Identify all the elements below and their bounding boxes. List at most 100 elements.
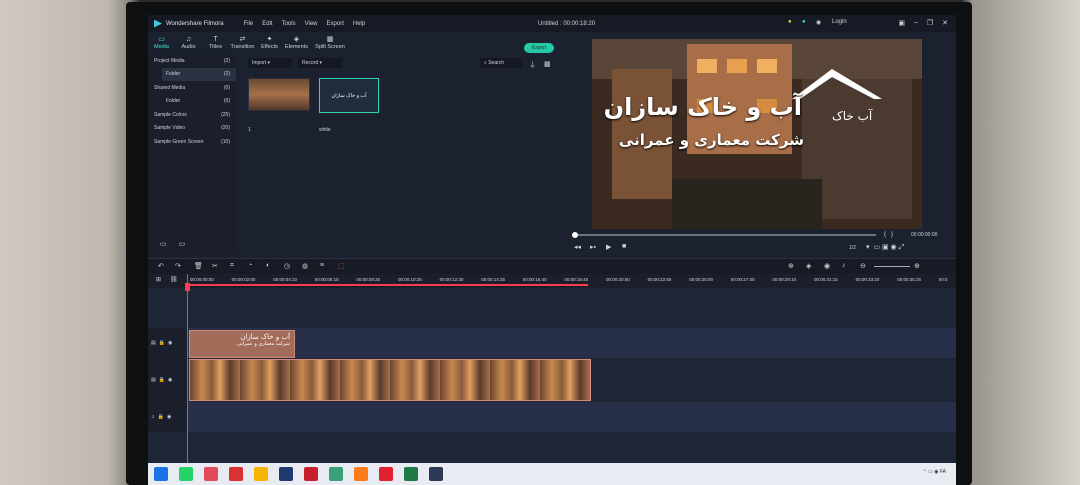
record-dropdown[interactable]: Record ▾ (298, 58, 342, 68)
tab-media[interactable]: ▭ Media (148, 32, 175, 54)
step-back-icon[interactable]: ▸▪ (590, 243, 596, 251)
tab-effects[interactable]: ✦ Effects (256, 32, 283, 54)
firefox-icon[interactable] (354, 467, 368, 481)
close-button[interactable]: ✕ (942, 19, 948, 27)
audio-mix-icon[interactable]: ◉ (824, 262, 830, 270)
save-icon[interactable]: ▣ (898, 19, 905, 27)
sidebar-item-folder[interactable]: Folder (2) (162, 67, 236, 81)
menu-edit[interactable]: Edit (262, 21, 272, 27)
render-icon[interactable]: ⊕ (788, 262, 794, 270)
playback-ratio[interactable]: 1/2 (849, 245, 856, 251)
playhead[interactable] (187, 274, 188, 469)
preview-tools-icons[interactable]: ▾ ▭ ▣ ◉ ⤢ (866, 243, 904, 252)
sidebar-item-sample-colors[interactable]: Sample Colors (25) (148, 108, 236, 122)
photoshop-icon[interactable] (279, 467, 293, 481)
eye-icon[interactable]: ◉ (168, 377, 172, 383)
menu-view[interactable]: View (305, 21, 318, 27)
windows-start-icon[interactable] (154, 467, 168, 481)
timer-icon[interactable]: ◷ (284, 262, 290, 270)
sidebar-item-sample-green-screen[interactable]: Sample Green Screen (10) (148, 135, 236, 149)
adjust-icon[interactable]: ≡ (320, 262, 324, 269)
headset-icon[interactable]: ● (802, 19, 806, 25)
mic-icon[interactable]: ♪ (842, 262, 846, 269)
grid-view-icon[interactable]: ▦ (544, 60, 551, 68)
prev-frame-icon[interactable]: ◂◂ (574, 243, 581, 251)
mark-in-out-icons[interactable]: { } (884, 232, 893, 238)
account-icon[interactable]: ◉ (816, 19, 821, 26)
ruler-tick-label: 00:00:12:30 (439, 277, 464, 282)
new-folder-icon[interactable]: ▭ (160, 240, 167, 248)
menu-file[interactable]: File (244, 21, 254, 27)
lock-icon[interactable]: 🔒 (159, 340, 165, 346)
sidebar-item-sample-video[interactable]: Sample Video (20) (148, 122, 236, 136)
cut-icon[interactable]: ✂ (212, 262, 218, 270)
scrub-knob[interactable] (572, 232, 578, 238)
maximize-button[interactable]: ❐ (927, 19, 933, 27)
filter-icon[interactable]: ⏚ (529, 60, 536, 70)
tab-titles[interactable]: T Titles (202, 32, 229, 54)
undo-icon[interactable]: ↶ (158, 262, 164, 270)
zoom-slider[interactable] (874, 266, 910, 267)
eye-icon[interactable]: ◉ (168, 340, 172, 346)
media-player-icon[interactable] (204, 467, 218, 481)
sidebar-item-shared-folder[interactable]: Folder (0) (148, 95, 236, 109)
whatsapp-icon[interactable] (179, 467, 193, 481)
ai-new-icon[interactable]: ⬚ (338, 262, 345, 270)
tab-audio[interactable]: ♫ Audio (175, 32, 202, 54)
playhead-handle[interactable] (185, 283, 190, 291)
stop-icon[interactable]: ■ (622, 243, 626, 250)
tab-split-screen[interactable]: ▦ Split Screen (310, 32, 350, 54)
export-button[interactable]: Export (524, 43, 554, 53)
link-icon[interactable]: ⛓ (170, 276, 178, 283)
play-icon[interactable]: ▶ (606, 243, 611, 251)
sidebar-item-project-media[interactable]: Project Media (2) (148, 54, 236, 68)
media-thumbnail-white[interactable]: آب و خاک سازان (319, 78, 379, 113)
sidebar-item-shared-media[interactable]: Shared Media (0) (148, 81, 236, 95)
three-icon[interactable] (329, 467, 343, 481)
motion-icon[interactable]: ◍ (302, 262, 308, 270)
snap-icon[interactable]: ⊞ (156, 276, 161, 283)
filmora-icon[interactable] (429, 467, 443, 481)
ruler-tick-label: 00:00:31:15 (814, 277, 838, 282)
login-link[interactable]: Login (832, 19, 847, 25)
speaker-icon[interactable]: ◉ (167, 414, 171, 420)
track-type-icon: ▤ (151, 377, 156, 383)
lock-icon[interactable]: 🔒 (159, 377, 165, 383)
lock-icon[interactable]: 🔒 (158, 414, 164, 420)
preview-timecode: 00:00:00:00 (911, 232, 938, 238)
effects-icon: ✦ (266, 36, 273, 43)
media-thumbnail-video[interactable] (248, 78, 310, 111)
timeline-toolbar: ↶ ↷ 🗑 ✂ ⌗ ◔ ◐ ◷ ◍ ≡ ⬚ ⊕ ◈ ◉ ♪ ⊖ ⊕ (148, 258, 956, 274)
opera-icon[interactable] (379, 467, 393, 481)
color-icon[interactable]: ◐ (266, 262, 270, 269)
scrub-bar[interactable] (576, 234, 876, 236)
bulb-icon[interactable]: ● (788, 19, 792, 25)
ruler-tick-label: 00:00:06:15 (314, 277, 339, 282)
marker-icon[interactable]: ◈ (806, 262, 811, 270)
folder-icon[interactable]: ▭ (179, 240, 186, 248)
minimize-button[interactable]: – (914, 19, 918, 27)
menu-tools[interactable]: Tools (282, 21, 296, 27)
autocad-icon[interactable] (304, 467, 318, 481)
speed-icon[interactable]: ◔ (248, 262, 252, 269)
title-clip[interactable]: آب و خاک سازان شرکت معماری و عمرانی (189, 330, 295, 358)
menu-export[interactable]: Export (327, 21, 344, 27)
video-clip[interactable] (189, 359, 591, 401)
search-input[interactable]: ⌕ Search (480, 58, 522, 68)
excel-icon[interactable] (404, 467, 418, 481)
zoom-in-icon[interactable]: ⊕ (914, 262, 920, 270)
ruler-tick-label: 00:00:25:00 (689, 277, 713, 282)
crop-icon[interactable]: ⌗ (230, 262, 234, 270)
media-label-white: white (319, 127, 331, 133)
chrome-icon[interactable] (254, 467, 268, 481)
redo-icon[interactable]: ↷ (175, 262, 181, 270)
delete-icon[interactable]: 🗑 (194, 262, 203, 270)
import-dropdown[interactable]: Import ▾ (248, 58, 292, 68)
zoom-out-icon[interactable]: ⊖ (860, 262, 866, 270)
acrobat-icon[interactable] (229, 467, 243, 481)
tab-transition[interactable]: ⇄ Transition (229, 32, 256, 54)
menu-help[interactable]: Help (353, 21, 365, 27)
tab-elements[interactable]: ◈ Elements (283, 32, 310, 54)
filmora-logo-icon (154, 19, 162, 28)
ruler-tick-label: 00:00:10:25 (398, 277, 422, 282)
